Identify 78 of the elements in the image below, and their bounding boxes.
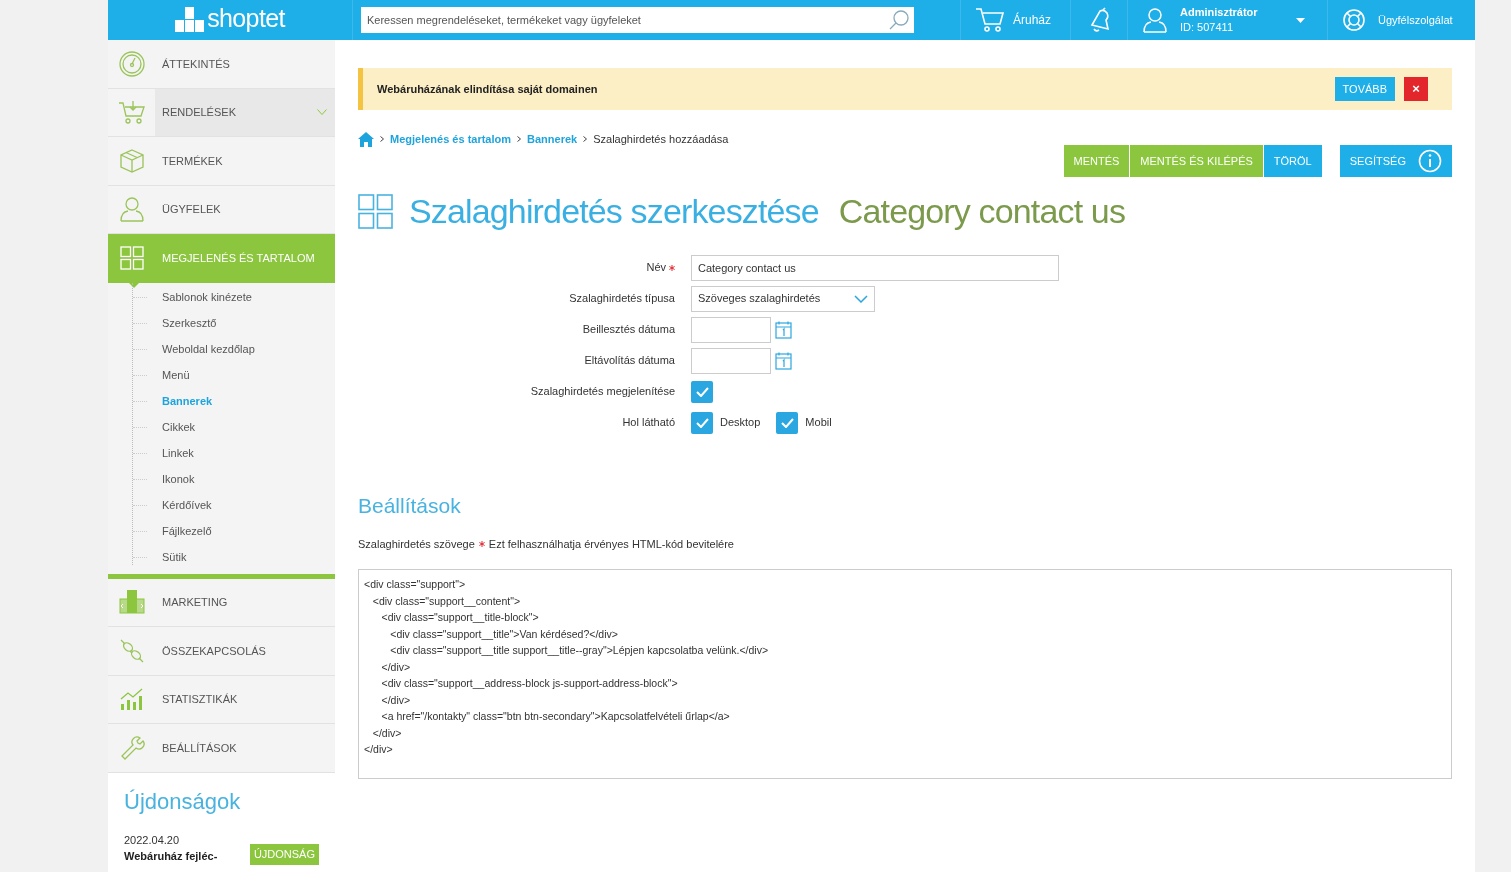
box-icon bbox=[118, 147, 145, 174]
chevron-down-icon[interactable] bbox=[317, 109, 327, 116]
chevron-right-icon bbox=[517, 136, 522, 142]
field-label: Szalaghirdetés típusa bbox=[569, 291, 675, 307]
calendar-icon[interactable] bbox=[775, 351, 792, 370]
submenu-link[interactable]: Weboldal kezdőlap bbox=[162, 341, 255, 358]
required-icon bbox=[669, 264, 675, 271]
submenu-link[interactable]: Cikkek bbox=[162, 419, 195, 436]
grid-icon bbox=[119, 246, 144, 271]
news-badge: ÚJDONSÁG bbox=[249, 844, 319, 865]
field-label: Eltávolítás dátuma bbox=[584, 353, 675, 369]
page-subtitle: Category contact us bbox=[838, 190, 1126, 232]
chevron-down-icon bbox=[854, 294, 868, 303]
submenu-link[interactable]: Sütik bbox=[162, 549, 187, 566]
nav-item[interactable]: ÖSSZEKAPCSOLÁS bbox=[108, 627, 335, 676]
field-label: Szalaghirdetés megjelenítése bbox=[530, 384, 675, 400]
user-id: ID: 507411 bbox=[1180, 20, 1234, 35]
user-icon bbox=[1142, 7, 1168, 33]
cart-icon bbox=[117, 100, 146, 125]
chevron-right-icon bbox=[380, 136, 384, 142]
field-label: Beillesztés dátuma bbox=[582, 322, 675, 338]
cart-icon bbox=[975, 7, 1005, 33]
plug-icon bbox=[118, 637, 145, 664]
required-icon bbox=[478, 540, 485, 547]
checkmark-icon bbox=[780, 417, 794, 428]
section-title: Beállítások bbox=[358, 493, 462, 519]
nav-item[interactable]: TERMÉKEK bbox=[108, 137, 335, 186]
user-name: Adminisztrátor bbox=[1180, 5, 1259, 20]
page-title: Szalaghirdetés szerkesztése bbox=[409, 190, 819, 232]
news-title: Újdonságok bbox=[124, 787, 242, 816]
pointer-icon bbox=[129, 282, 139, 288]
field-hint: Ezt felhasználhatja érvényes HTML-kód bevitelére bbox=[488, 536, 734, 552]
breadcrumb-current: Szalaghirdetés hozzáadása bbox=[593, 131, 729, 147]
nav-item[interactable]: ÁTTEKINTÉS bbox=[108, 40, 335, 89]
chart-icon bbox=[118, 687, 145, 712]
search-icon[interactable] bbox=[888, 9, 910, 31]
search-field[interactable]: Keressen megrendeléseket, termékeket vagy ügyfeleket bbox=[361, 7, 914, 33]
submenu-link[interactable]: Kérdőívek bbox=[162, 497, 212, 514]
submenu-link[interactable]: Sablonok kinézete bbox=[162, 289, 252, 306]
news-headline[interactable]: Webáruház fejléc- bbox=[124, 848, 242, 865]
submenu-link[interactable]: Szerkesztő bbox=[162, 315, 217, 332]
nav-item[interactable]: STATISZTIKÁK bbox=[108, 675, 335, 724]
field-label: Név bbox=[646, 260, 666, 276]
submenu-link[interactable]: Ikonok bbox=[162, 471, 195, 488]
calendar-icon[interactable] bbox=[775, 320, 792, 339]
checkmark-icon bbox=[695, 386, 709, 397]
dropdown[interactable]: Szöveges szalaghirdetés bbox=[691, 285, 875, 312]
date-field[interactable] bbox=[691, 316, 771, 343]
submenu-link[interactable]: Linkek bbox=[162, 445, 194, 462]
nav-item[interactable]: BEÁLLÍTÁSOK bbox=[108, 724, 335, 773]
field-label: Szalaghirdetés szövege bbox=[358, 536, 475, 552]
date-field[interactable] bbox=[691, 347, 771, 374]
checkmark-icon bbox=[695, 417, 709, 428]
close-button[interactable]: × bbox=[1404, 77, 1428, 101]
lifebuoy-icon bbox=[1342, 8, 1366, 32]
code-field[interactable]: <div class="support"> <div class="support__content"> <div class="support__title-block"> <div class="support__title">Van kérdésed?</div> <div class="support__title support__title--gray">Lépjen kapcsolatba velünk.</div> </div> <div class="support__address-block js-support-address-block"> </div> <a href="/kontakty" class="btn btn-secondary">Kapcsolatfelvételi űrlap</a> </div> </div> bbox=[358, 569, 1452, 779]
home-icon[interactable] bbox=[358, 131, 374, 147]
info-icon bbox=[1418, 149, 1442, 173]
chevron-right-icon bbox=[583, 136, 588, 142]
gauge-icon bbox=[117, 50, 146, 77]
grid-icon bbox=[358, 193, 393, 229]
checkbox-label[interactable]: Desktop bbox=[720, 414, 761, 431]
logo-icon bbox=[175, 7, 206, 33]
caret-icon bbox=[1296, 17, 1305, 23]
checkbox[interactable] bbox=[691, 380, 713, 403]
checkbox[interactable] bbox=[691, 411, 713, 434]
text-field[interactable]: Category contact us bbox=[691, 254, 1059, 281]
field-label: Hol látható bbox=[622, 415, 675, 431]
package-icon bbox=[117, 589, 146, 616]
submenu-link[interactable]: Fájlkezelő bbox=[162, 523, 212, 540]
news-date: 2022.04.20 bbox=[124, 832, 181, 848]
user-icon bbox=[118, 196, 145, 223]
checkbox[interactable] bbox=[776, 411, 799, 434]
logo-text: shoptet bbox=[207, 5, 285, 31]
checkbox-label[interactable]: Mobil bbox=[805, 414, 832, 431]
submenu-link[interactable]: Menü bbox=[162, 367, 190, 384]
notice-text: Webáruházának elindítása saját domainen bbox=[377, 81, 599, 97]
nav-item[interactable]: MARKETING bbox=[108, 578, 335, 627]
